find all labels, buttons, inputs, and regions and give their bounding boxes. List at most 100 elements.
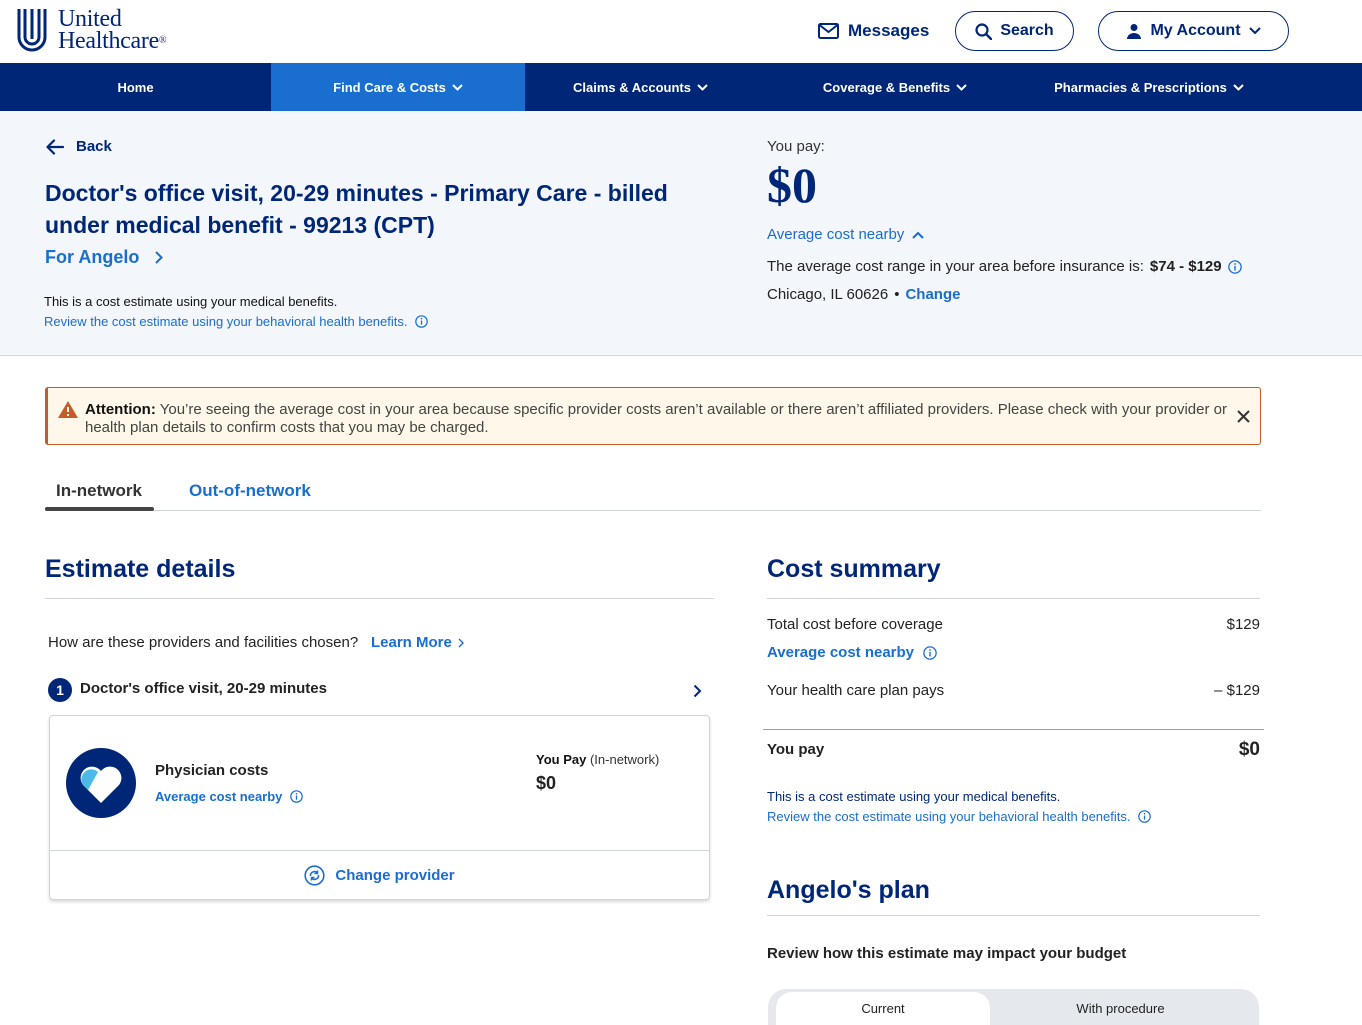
- search-button[interactable]: Search: [955, 11, 1074, 51]
- heart-icon: [66, 748, 136, 818]
- person-icon: [1127, 24, 1142, 39]
- chevron-right-icon: [155, 251, 164, 264]
- summary-behavioral-link[interactable]: Review the cost estimate using your beha…: [767, 809, 1152, 824]
- estimate-divider: [45, 598, 714, 599]
- location-row: Chicago, IL 60626 • Change: [767, 286, 960, 303]
- brand-wordmark[interactable]: United Healthcare®: [58, 6, 167, 54]
- card-you-pay-text: You Pay: [536, 752, 587, 767]
- nav-item-pharmacies-prescriptions[interactable]: Pharmacies & Prescriptions: [1034, 63, 1264, 111]
- main-navigation: Home Find Care & Costs Claims & Accounts…: [0, 63, 1362, 111]
- card-you-pay-qualifier: (In-network): [589, 752, 660, 767]
- you-pay-label: You pay:: [767, 138, 825, 155]
- summary-you-pay-value: $0: [1238, 739, 1260, 760]
- brand-line-2: Healthcare: [58, 28, 159, 54]
- chevron-down-icon: [1233, 83, 1244, 91]
- plan-pays-label: Your health care plan pays: [767, 682, 945, 699]
- cost-summary-heading: Cost summary: [767, 555, 941, 583]
- active-tab-indicator: [45, 507, 154, 511]
- chevron-down-icon: [697, 83, 708, 91]
- average-cost-nearby-label: Average cost nearby: [767, 226, 905, 243]
- budget-toggle: Current With procedure: [768, 989, 1259, 1025]
- warning-icon: [58, 401, 78, 418]
- cost-summary-divider: [767, 598, 1260, 599]
- chevron-down-icon: [956, 83, 967, 91]
- change-location-link[interactable]: Change: [905, 286, 960, 303]
- nav-item-label: Find Care & Costs: [333, 79, 446, 95]
- site-header: United Healthcare® Messages Search My Ac…: [0, 0, 1362, 63]
- estimate-note: This is a cost estimate using your medic…: [44, 294, 338, 309]
- swap-circle-icon: [304, 864, 326, 886]
- chevron-up-icon: [912, 231, 925, 239]
- close-icon[interactable]: [1237, 410, 1250, 423]
- location-text: Chicago, IL 60626: [767, 286, 889, 303]
- chevron-right-icon: [458, 638, 464, 647]
- card-average-cost-label: Average cost nearby: [155, 789, 283, 804]
- search-label: Search: [1000, 22, 1054, 39]
- brand-line-1: United: [58, 6, 122, 32]
- summary-average-cost-label: Average cost nearby: [767, 644, 915, 661]
- nav-item-label: Pharmacies & Prescriptions: [1054, 79, 1227, 95]
- my-account-label: My Account: [1150, 22, 1241, 39]
- attention-text: You’re seeing the average cost in your a…: [85, 401, 1227, 436]
- learn-more-link[interactable]: Learn More: [371, 634, 464, 651]
- search-icon: [975, 22, 993, 40]
- summary-average-cost-link[interactable]: Average cost nearby: [767, 644, 937, 661]
- nav-item-home[interactable]: Home: [0, 63, 271, 111]
- provider-selection-question: How are these providers and facilities c…: [48, 634, 359, 651]
- summary-behavioral-label: Review the cost estimate using your beha…: [767, 809, 1131, 824]
- cost-range-row: The average cost range in your area befo…: [767, 258, 1242, 275]
- plan-subheading: Review how this estimate may impact your…: [767, 945, 1127, 962]
- nav-item-coverage-benefits[interactable]: Coverage & Benefits: [756, 63, 1034, 111]
- page-title: Doctor's office visit, 20-29 minutes - P…: [45, 180, 668, 238]
- nav-item-claims-accounts[interactable]: Claims & Accounts: [525, 63, 756, 111]
- for-member-link[interactable]: For Angelo: [45, 247, 164, 268]
- toggle-with-procedure[interactable]: With procedure: [998, 992, 1243, 1025]
- change-provider-label: Change provider: [335, 866, 455, 884]
- info-icon[interactable]: [1227, 259, 1242, 274]
- nav-item-find-care-costs[interactable]: Find Care & Costs: [271, 63, 525, 111]
- card-average-cost-link[interactable]: Average cost nearby: [155, 789, 304, 804]
- chevron-down-icon: [1248, 27, 1261, 35]
- back-link[interactable]: Back: [46, 138, 112, 155]
- total-cost-value: $129: [1226, 616, 1260, 633]
- nav-item-label: Claims & Accounts: [573, 79, 691, 95]
- average-cost-nearby-toggle[interactable]: Average cost nearby: [767, 226, 925, 243]
- total-cost-label: Total cost before coverage: [767, 616, 943, 633]
- location-separator: •: [894, 286, 900, 303]
- change-provider-button[interactable]: Change provider: [50, 851, 709, 899]
- back-label: Back: [76, 138, 112, 155]
- tab-out-of-network[interactable]: Out-of-network: [189, 481, 311, 501]
- toggle-current[interactable]: Current: [776, 992, 990, 1025]
- info-icon: [415, 315, 429, 328]
- info-icon: [923, 645, 937, 660]
- unitedhealthcare-logo-icon[interactable]: [17, 7, 47, 55]
- for-member-label: For Angelo: [45, 247, 140, 267]
- attention-message: Attention: You’re seeing the average cos…: [85, 401, 1235, 437]
- chevron-right-icon[interactable]: [693, 684, 702, 698]
- behavioral-health-label: Review the cost estimate using your beha…: [44, 314, 408, 329]
- tabs-divider: [45, 510, 1261, 511]
- nav-item-label: Coverage & Benefits: [822, 79, 951, 95]
- my-account-button[interactable]: My Account: [1098, 11, 1289, 51]
- attention-banner: Attention: You’re seeing the average cos…: [45, 387, 1261, 445]
- brand-registered-mark: ®: [158, 35, 167, 46]
- procedure-hero: Back Doctor's office visit, 20-29 minute…: [0, 111, 1362, 356]
- plan-divider: [767, 915, 1260, 916]
- step-number-badge: 1: [48, 678, 72, 702]
- attention-label: Attention:: [85, 401, 156, 418]
- arrow-left-icon: [46, 138, 64, 155]
- nav-item-label: Home: [117, 79, 154, 95]
- summary-total-divider: [763, 729, 1264, 730]
- messages-link[interactable]: Messages: [818, 18, 929, 44]
- plan-heading: Angelo's plan: [767, 876, 930, 904]
- estimate-details-heading: Estimate details: [45, 555, 236, 583]
- card-you-pay-label: You Pay (In-network): [536, 752, 659, 767]
- behavioral-health-link[interactable]: Review the cost estimate using your beha…: [44, 314, 429, 329]
- cost-range-value: $74 - $129: [1149, 258, 1222, 275]
- info-icon: [1138, 810, 1152, 823]
- step-title: Doctor's office visit, 20-29 minutes: [80, 680, 327, 697]
- info-icon: [290, 790, 304, 803]
- summary-estimate-note: This is a cost estimate using your medic…: [767, 789, 1061, 804]
- tab-in-network[interactable]: In-network: [56, 481, 142, 501]
- chevron-down-icon: [452, 83, 463, 91]
